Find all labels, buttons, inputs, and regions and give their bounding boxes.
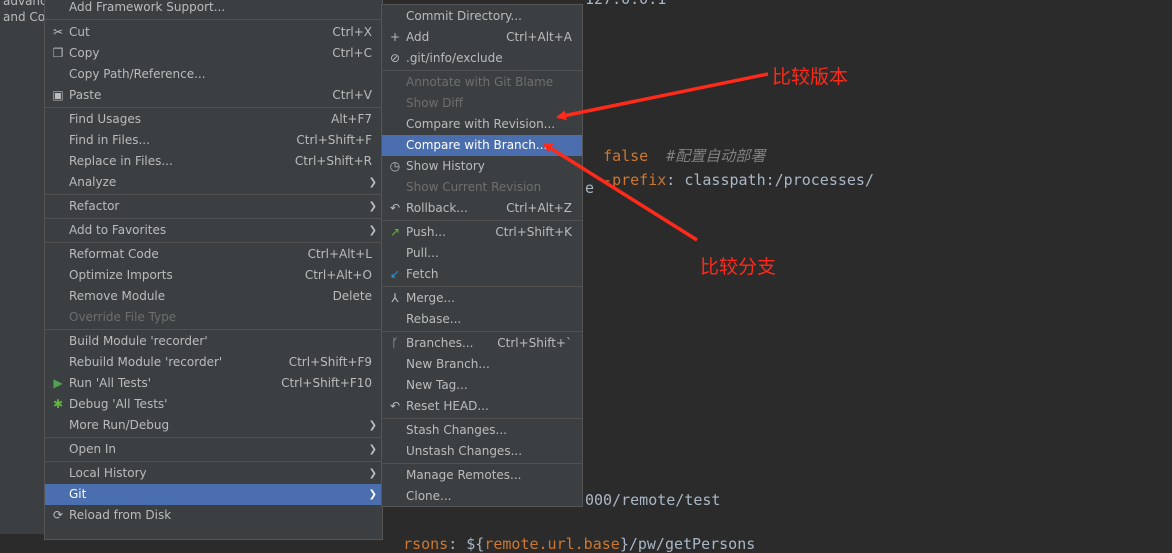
annotation-arrows (542, 72, 769, 242)
arrow-compare-branch (542, 142, 698, 242)
code-key2: rsons (403, 535, 449, 553)
code-sep: : ${ (448, 535, 485, 553)
annotation-compare-version: 比较版本 (772, 66, 849, 88)
annotation-compare-branch: 比较分支 (700, 256, 777, 278)
arrow-compare-version (556, 72, 769, 121)
code-rest2: }/pw/getPersons (619, 535, 756, 553)
code-var: remote.url.base (484, 535, 620, 553)
